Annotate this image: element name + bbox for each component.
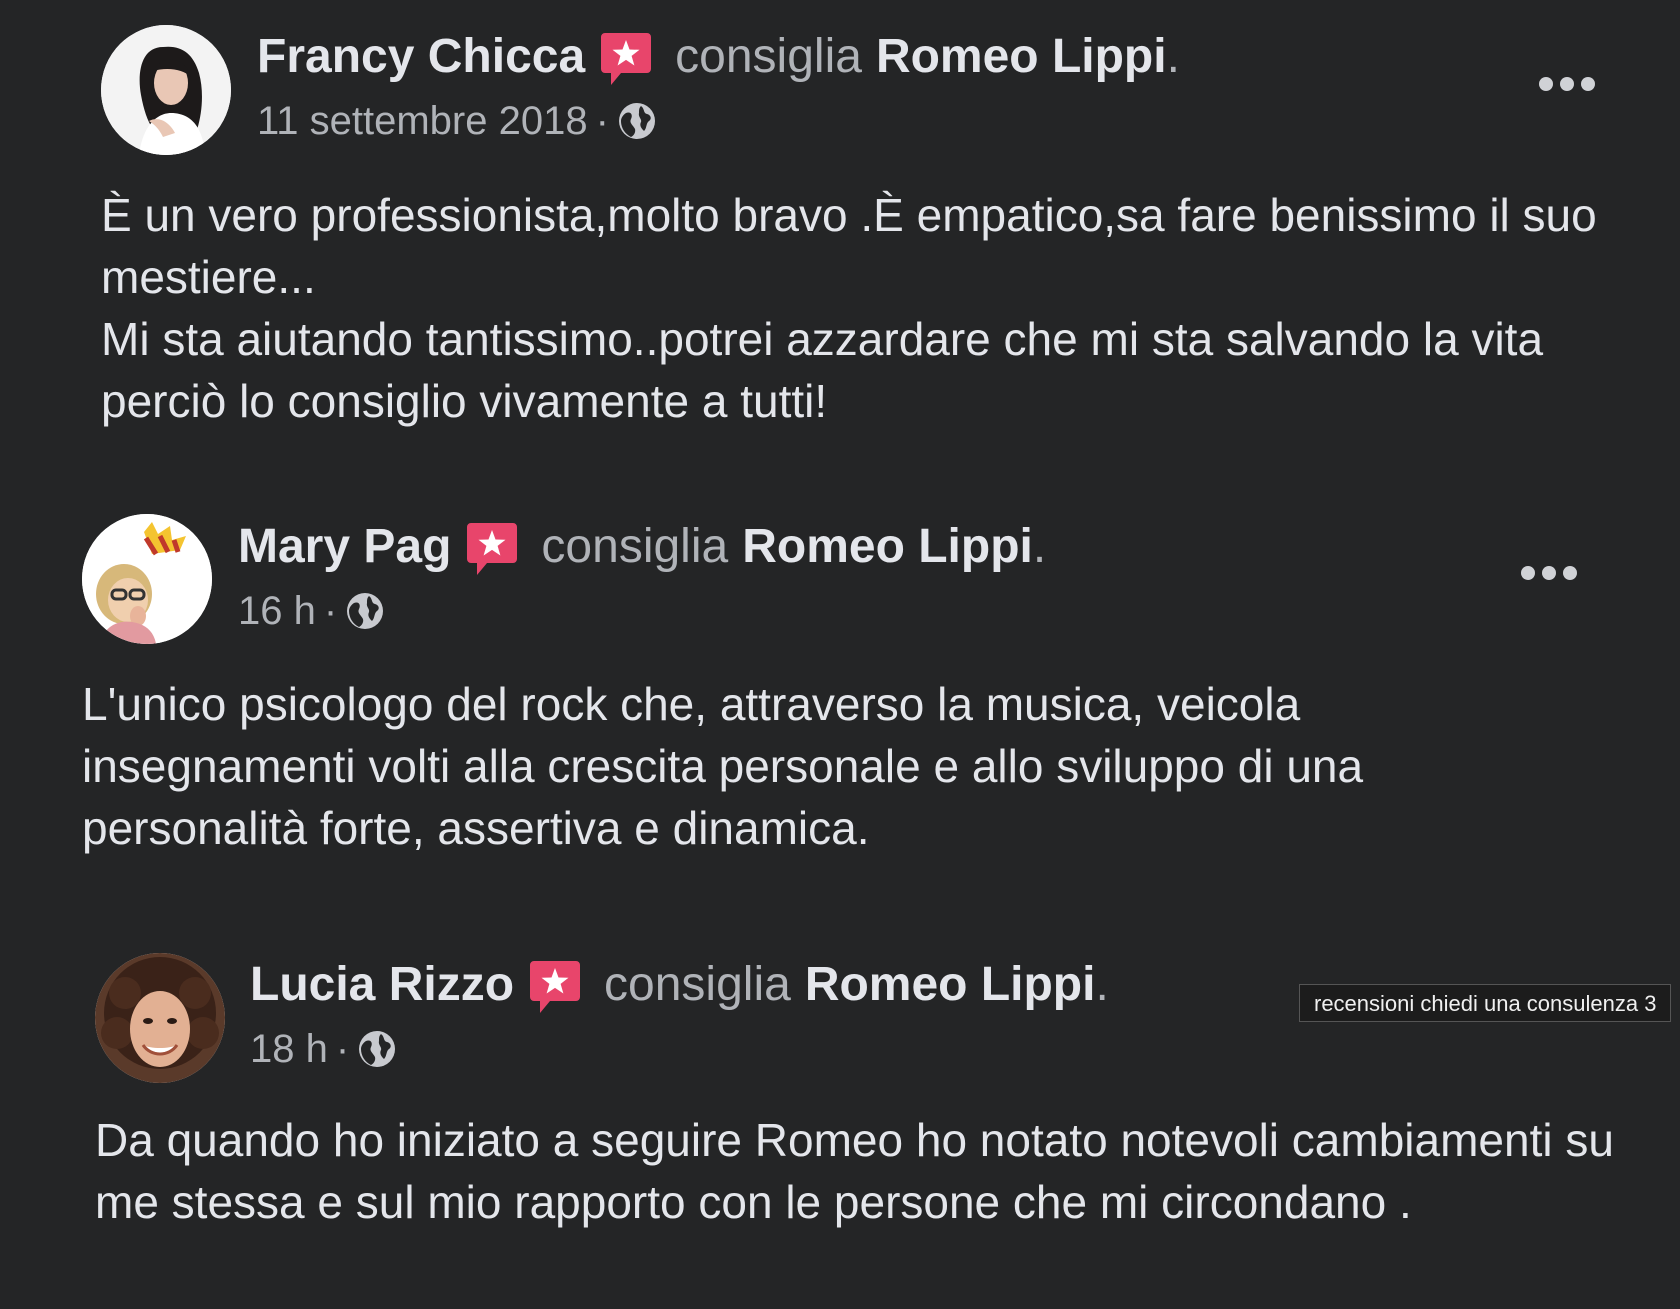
review-text: È un vero professionista,molto bravo .È …	[101, 189, 1597, 427]
recommended-page-name[interactable]: Romeo Lippi	[805, 955, 1096, 1015]
review-text-continuation	[95, 1292, 1615, 1309]
meta-separator: ·	[335, 1027, 350, 1071]
post-timestamp[interactable]: 16 h	[238, 587, 316, 635]
post-header: Mary Pag consiglia Romeo Lippi .	[238, 517, 1046, 577]
review-text: L'unico psicologo del rock che, attraver…	[82, 678, 1364, 854]
globe-icon	[345, 591, 385, 631]
recommend-star-icon	[528, 959, 582, 1015]
recommend-verb: consiglia	[541, 520, 729, 573]
post-timestamp[interactable]: 11 settembre 2018	[257, 97, 588, 145]
globe-icon	[357, 1029, 397, 1069]
tooltip: recensioni chiedi una consulenza 3	[1299, 984, 1672, 1022]
avatar[interactable]	[95, 953, 225, 1083]
avatar-cartoon	[82, 514, 212, 644]
avatar[interactable]	[82, 514, 212, 644]
post-timestamp[interactable]: 18 h	[250, 1025, 328, 1073]
recommend-star-icon	[465, 521, 519, 577]
post-header: Francy Chicca consiglia Romeo Lippi .	[257, 27, 1180, 87]
author-name[interactable]: Mary Pag	[238, 517, 451, 577]
sentence-period: .	[1166, 30, 1180, 83]
recommend-verb: consiglia	[675, 30, 862, 83]
more-options-icon[interactable]	[1521, 563, 1577, 583]
avatar-photo	[101, 25, 231, 155]
meta-separator: ·	[323, 589, 338, 633]
avatar[interactable]	[101, 25, 231, 155]
author-name[interactable]: Lucia Rizzo	[250, 955, 514, 1015]
author-name[interactable]: Francy Chicca	[257, 27, 585, 87]
post-meta: 11 settembre 2018 ·	[257, 97, 657, 145]
meta-separator: ·	[595, 99, 609, 143]
avatar-photo	[95, 953, 225, 1083]
post-meta: 16 h ·	[238, 587, 385, 635]
more-options-icon[interactable]	[1539, 74, 1595, 94]
globe-icon	[617, 101, 657, 141]
recommended-page-name[interactable]: Romeo Lippi	[742, 517, 1033, 577]
post-meta: 18 h ·	[250, 1025, 397, 1073]
recommend-star-icon	[599, 31, 653, 87]
sentence-period: .	[1095, 958, 1109, 1011]
post-header: Lucia Rizzo consiglia Romeo Lippi .	[250, 955, 1109, 1015]
recommend-verb: consiglia	[604, 958, 791, 1011]
sentence-period: .	[1032, 520, 1047, 573]
recommended-page-name[interactable]: Romeo Lippi	[876, 27, 1167, 87]
review-text: Da quando ho iniziato a seguire Romeo ho…	[95, 1114, 1614, 1228]
